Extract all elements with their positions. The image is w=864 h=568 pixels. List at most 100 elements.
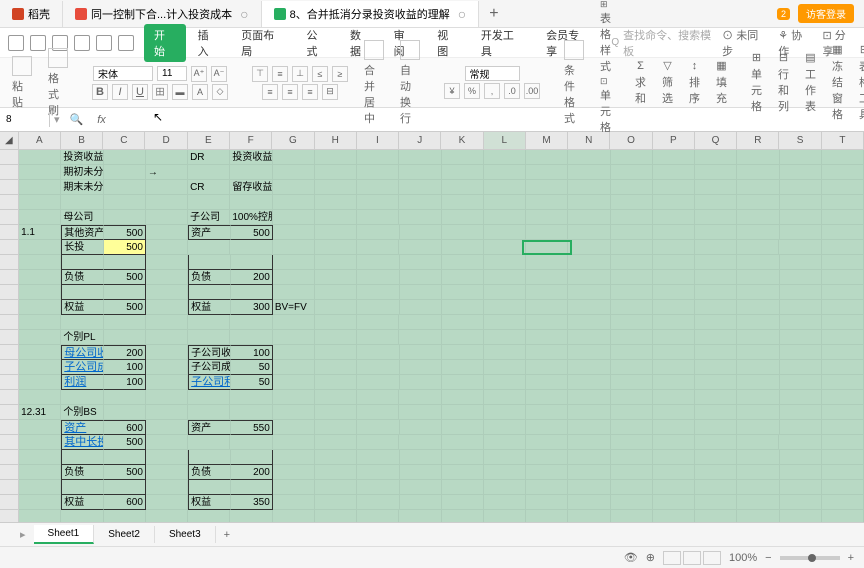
cell[interactable]: [526, 465, 568, 480]
cell[interactable]: [315, 465, 357, 480]
cell[interactable]: [400, 285, 442, 300]
cell[interactable]: [611, 375, 653, 390]
cell[interactable]: 500: [231, 225, 273, 240]
cell[interactable]: [653, 180, 695, 195]
col-header[interactable]: E: [188, 132, 230, 150]
menu-dev[interactable]: 开发工具: [471, 24, 534, 62]
cell[interactable]: [484, 195, 526, 210]
col-header[interactable]: F: [230, 132, 272, 150]
cell[interactable]: [484, 315, 526, 330]
cell[interactable]: [442, 360, 484, 375]
cell[interactable]: [357, 465, 399, 480]
menu-view[interactable]: 视图: [427, 24, 469, 62]
cell[interactable]: [19, 285, 61, 300]
cell[interactable]: [146, 405, 188, 420]
view-page[interactable]: [683, 551, 701, 565]
dropdown-icon[interactable]: ▾: [50, 113, 64, 126]
cell[interactable]: [104, 450, 146, 465]
cell[interactable]: [611, 480, 653, 495]
cell[interactable]: 权益: [61, 300, 103, 315]
cell[interactable]: [357, 330, 399, 345]
cell[interactable]: 母公司: [61, 210, 103, 225]
name-box[interactable]: 8: [0, 112, 50, 127]
cell[interactable]: [357, 360, 399, 375]
cell[interactable]: [315, 195, 357, 210]
bold-button[interactable]: B: [92, 84, 108, 100]
cell[interactable]: [611, 240, 653, 255]
cell[interactable]: [822, 225, 864, 240]
font-select[interactable]: [93, 66, 153, 81]
cell[interactable]: [653, 360, 695, 375]
cell[interactable]: [653, 240, 695, 255]
cell[interactable]: [273, 240, 315, 255]
cell[interactable]: [104, 285, 146, 300]
merge-h[interactable]: ⊟: [322, 84, 338, 100]
cell[interactable]: [695, 270, 737, 285]
cell[interactable]: [400, 495, 442, 510]
col-header[interactable]: A: [19, 132, 61, 150]
cell[interactable]: [273, 315, 315, 330]
cell[interactable]: [611, 450, 653, 465]
cell[interactable]: [484, 150, 526, 165]
cell[interactable]: [737, 390, 779, 405]
cell[interactable]: [526, 300, 568, 315]
sum-button[interactable]: Σ求和: [631, 60, 650, 106]
cell[interactable]: [484, 495, 526, 510]
cell[interactable]: [568, 435, 610, 450]
cell[interactable]: [611, 255, 653, 270]
cell[interactable]: [399, 315, 441, 330]
cell[interactable]: [399, 180, 441, 195]
cell[interactable]: [695, 300, 737, 315]
cell[interactable]: [484, 240, 526, 255]
cell[interactable]: [19, 240, 61, 255]
sheet-tab-1[interactable]: Sheet1: [34, 525, 95, 544]
cell[interactable]: [780, 270, 822, 285]
cell[interactable]: [653, 450, 695, 465]
cell[interactable]: [230, 390, 272, 405]
cell[interactable]: 子公司收入: [188, 345, 230, 360]
cell[interactable]: [780, 510, 822, 522]
cell[interactable]: [695, 465, 737, 480]
cell[interactable]: [273, 195, 315, 210]
cell[interactable]: 负债: [188, 270, 230, 285]
cell[interactable]: [61, 195, 103, 210]
cell[interactable]: [653, 210, 695, 225]
cell[interactable]: [484, 255, 526, 270]
cell[interactable]: [653, 300, 695, 315]
cell[interactable]: [399, 195, 441, 210]
format-select[interactable]: [465, 66, 520, 81]
cell[interactable]: [484, 345, 526, 360]
cell[interactable]: [737, 480, 779, 495]
sheet-nav[interactable]: ▸: [20, 528, 34, 541]
cell[interactable]: [146, 375, 188, 390]
cell[interactable]: [188, 390, 230, 405]
cell[interactable]: [188, 195, 230, 210]
cell[interactable]: [230, 435, 272, 450]
cell[interactable]: [19, 375, 61, 390]
cell[interactable]: [146, 270, 188, 285]
cell[interactable]: [19, 465, 61, 480]
cell[interactable]: [484, 300, 526, 315]
cell[interactable]: 负债: [61, 270, 103, 285]
cell[interactable]: [315, 345, 357, 360]
col-header[interactable]: T: [822, 132, 864, 150]
freeze-button[interactable]: ▦冻结窗格: [828, 43, 847, 122]
cell[interactable]: [568, 225, 610, 240]
cell[interactable]: [822, 150, 864, 165]
cell[interactable]: [526, 225, 568, 240]
cell[interactable]: [695, 285, 737, 300]
cell[interactable]: [653, 465, 695, 480]
cell[interactable]: [442, 285, 484, 300]
cell[interactable]: [526, 210, 568, 225]
cell[interactable]: [188, 450, 230, 465]
cell[interactable]: [104, 330, 146, 345]
cell[interactable]: [315, 420, 357, 435]
cell[interactable]: [484, 225, 526, 240]
cell[interactable]: [273, 405, 315, 420]
cell[interactable]: [315, 435, 357, 450]
cell[interactable]: [400, 270, 442, 285]
cell[interactable]: [19, 480, 61, 495]
cell[interactable]: [104, 150, 146, 165]
cell[interactable]: [526, 315, 568, 330]
cell[interactable]: [357, 255, 399, 270]
